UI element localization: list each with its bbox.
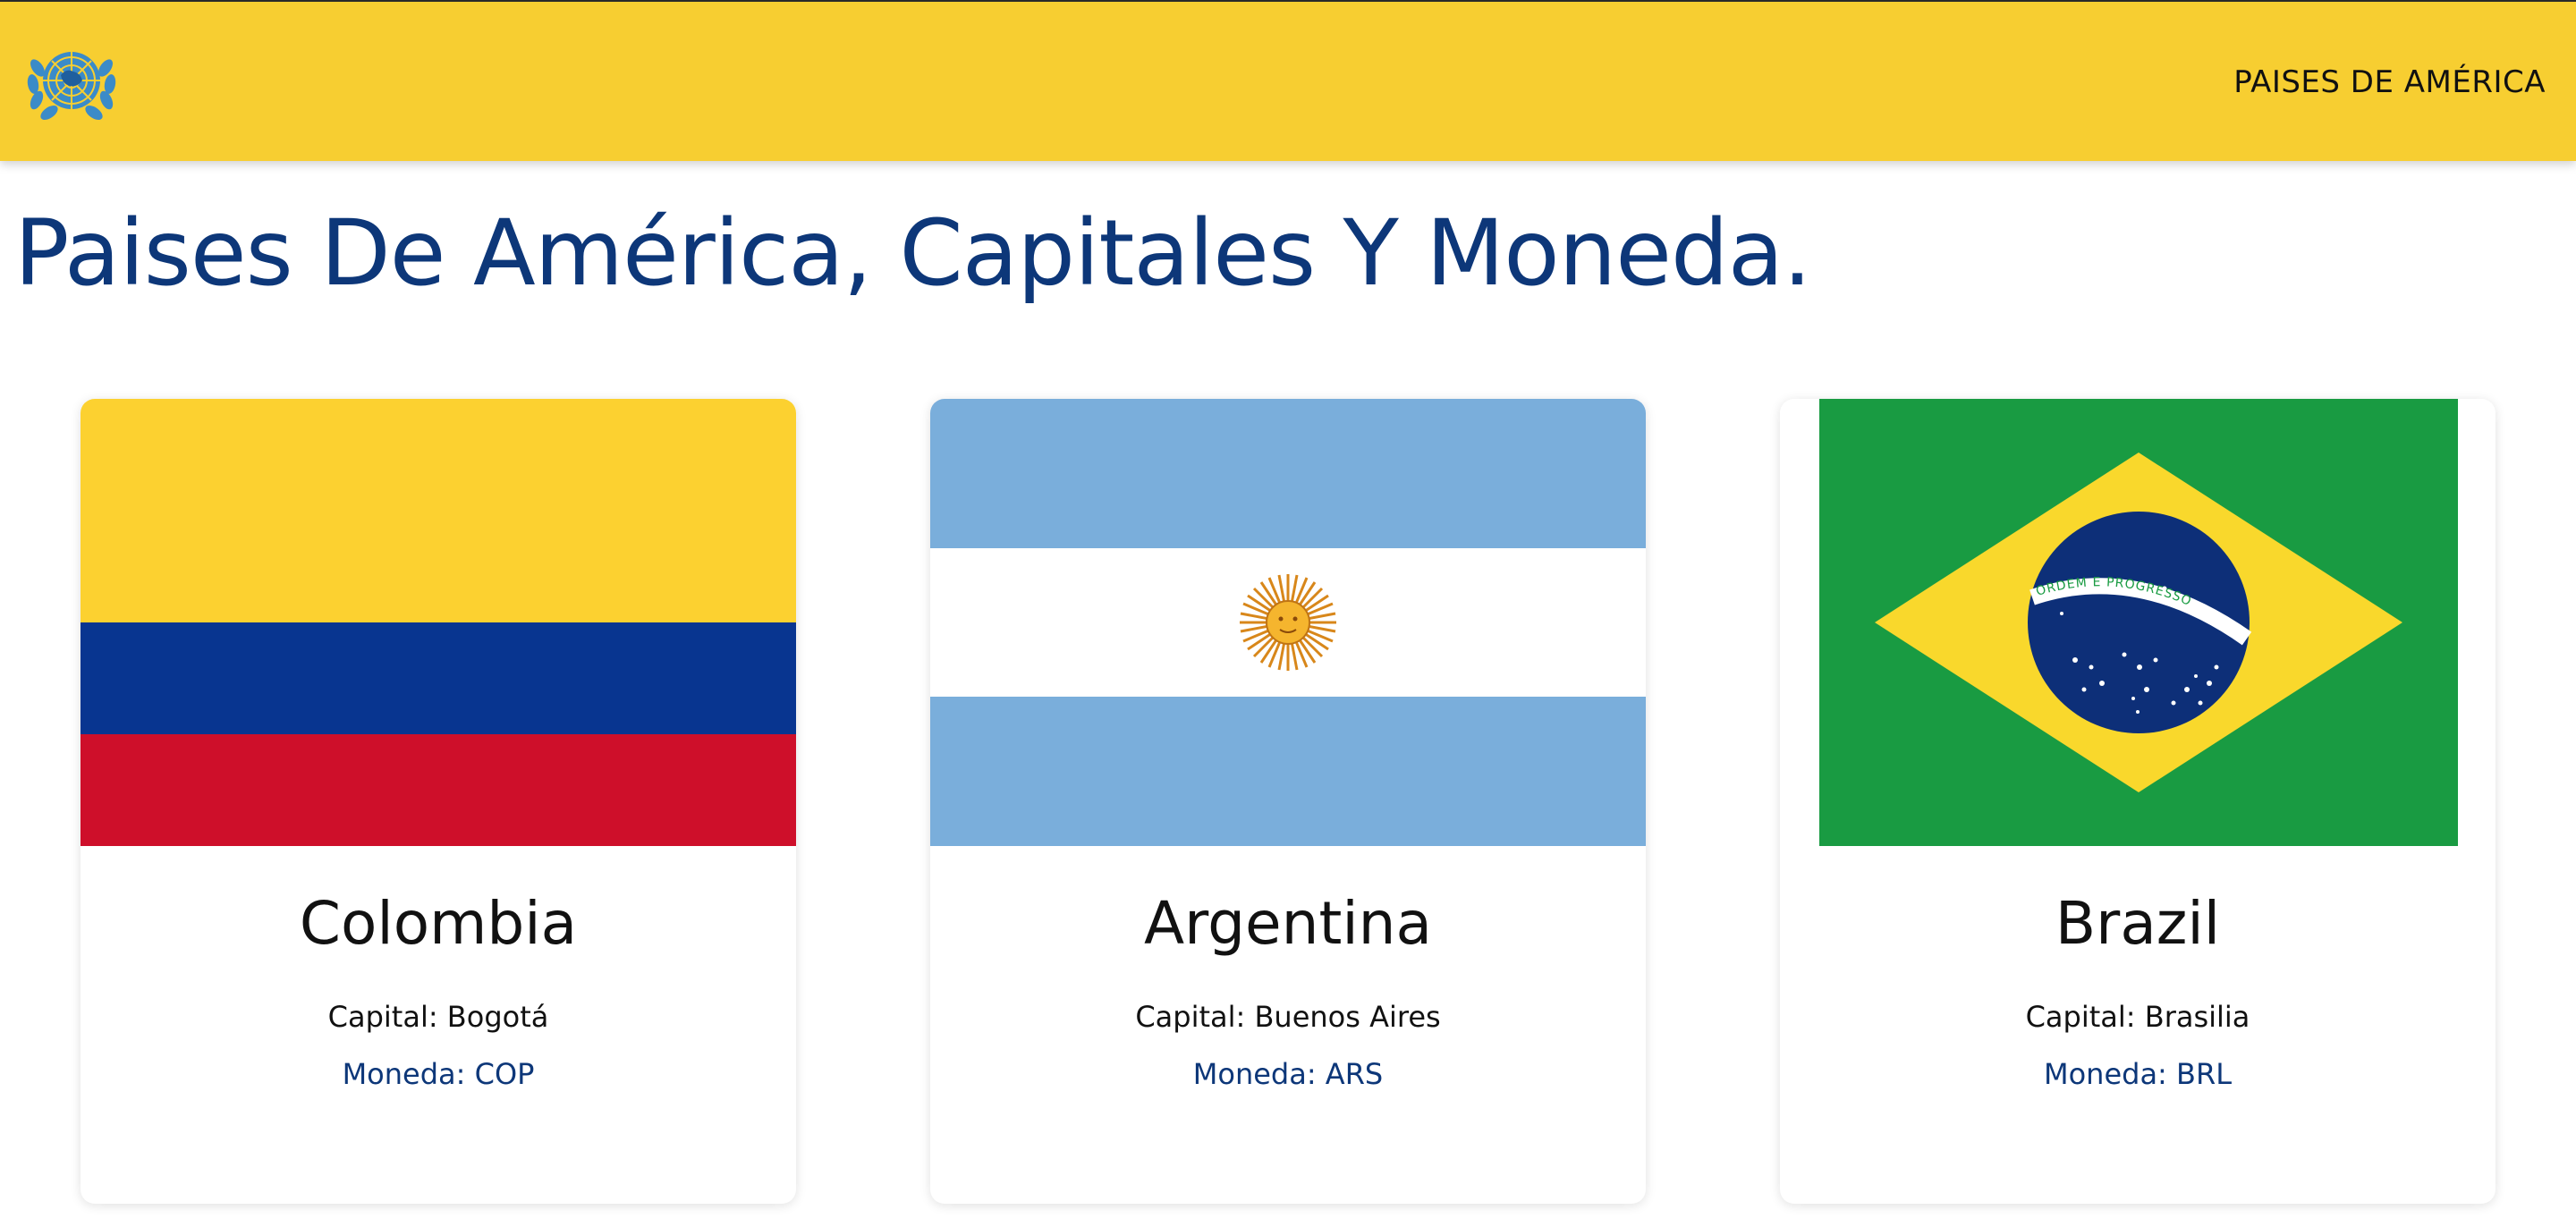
page-title: Paises De América, Capitales Y Moneda. bbox=[14, 200, 1812, 307]
country-currency: Moneda: COP bbox=[342, 1057, 535, 1091]
argentina-flag bbox=[930, 399, 1646, 846]
country-card-colombia[interactable]: Colombia Capital: Bogotá Moneda: COP bbox=[80, 399, 796, 1204]
nav-link-paises[interactable]: PAISES DE AMÉRICA bbox=[2233, 64, 2546, 100]
un-emblem-icon[interactable] bbox=[25, 41, 118, 123]
country-currency: Moneda: BRL bbox=[2043, 1057, 2233, 1091]
country-name: Argentina bbox=[1144, 889, 1432, 958]
country-name: Brazil bbox=[2055, 889, 2221, 958]
country-capital: Capital: Bogotá bbox=[327, 1000, 549, 1034]
country-card-argentina[interactable]: Argentina Capital: Buenos Aires Moneda: … bbox=[930, 399, 1646, 1204]
country-currency: Moneda: ARS bbox=[1192, 1057, 1384, 1091]
country-capital: Capital: Buenos Aires bbox=[1135, 1000, 1441, 1034]
navbar: PAISES DE AMÉRICA bbox=[0, 2, 2576, 161]
country-capital: Capital: Brasilia bbox=[2025, 1000, 2250, 1034]
colombia-flag bbox=[80, 399, 796, 846]
country-name: Colombia bbox=[299, 889, 578, 958]
brazil-flag: ORDEM E PROGRESSO bbox=[1780, 399, 2496, 846]
country-card-brazil[interactable]: ORDEM E PROGRESSO Brazil Capital: Brasil… bbox=[1780, 399, 2496, 1204]
